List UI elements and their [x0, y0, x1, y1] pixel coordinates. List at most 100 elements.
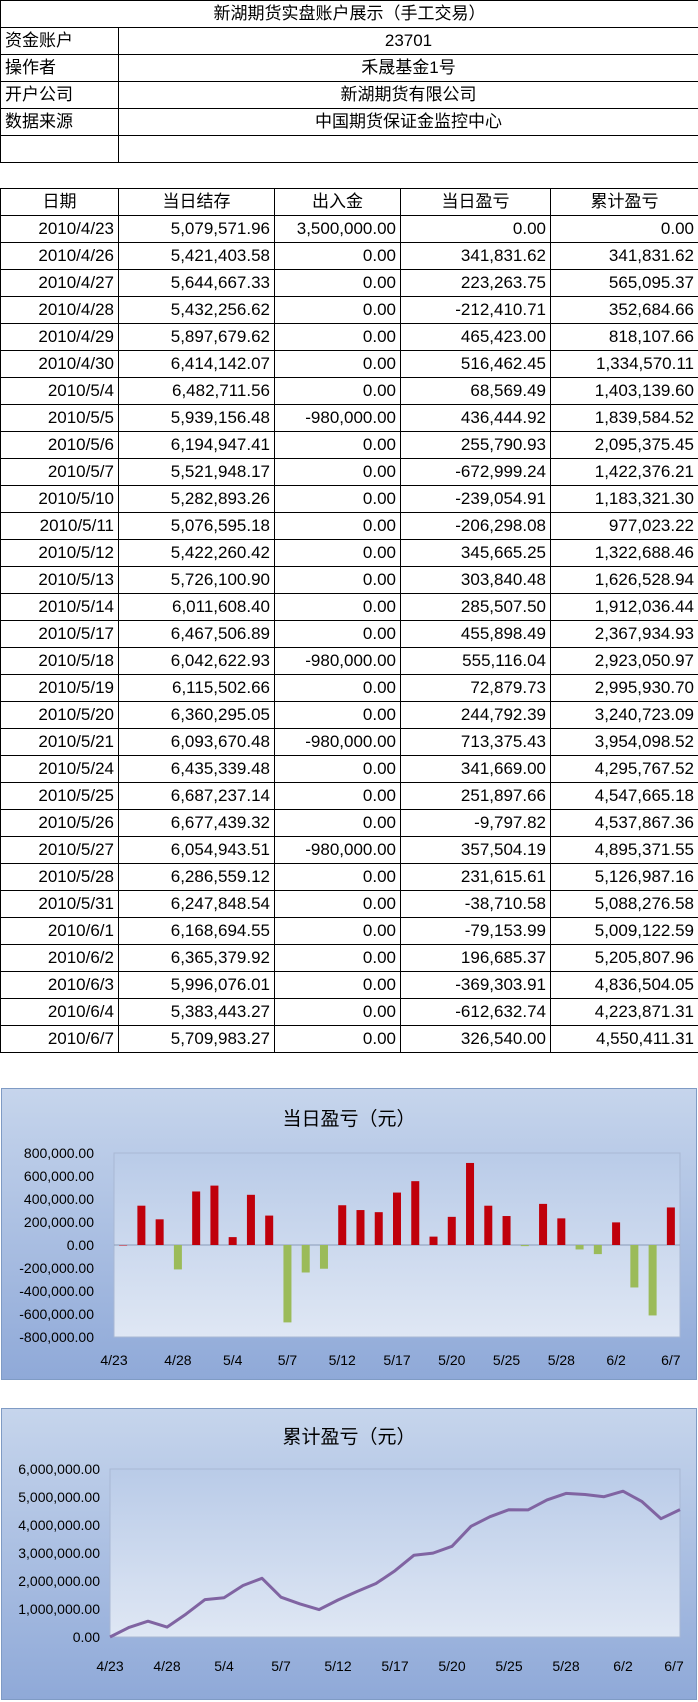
info-label-account[interactable]: 资金账户 [0, 27, 119, 55]
cell-cumulative-pnl[interactable]: 1,912,036.44 [550, 593, 698, 621]
cell-balance[interactable]: 6,115,502.66 [118, 674, 275, 702]
cell-balance[interactable]: 5,079,571.96 [118, 215, 275, 243]
cell-deposit[interactable]: 0.00 [274, 593, 401, 621]
cell-deposit[interactable]: 0.00 [274, 863, 401, 891]
cell-daily-pnl[interactable]: -672,999.24 [400, 458, 551, 486]
cell-daily-pnl[interactable]: 231,615.61 [400, 863, 551, 891]
cell-deposit[interactable]: 0.00 [274, 350, 401, 378]
cell-deposit[interactable]: 0.00 [274, 890, 401, 918]
cell-cumulative-pnl[interactable]: 1,839,584.52 [550, 404, 698, 432]
cell-deposit[interactable]: 0.00 [274, 755, 401, 783]
cell-date[interactable]: 2010/5/19 [0, 674, 119, 702]
cell-balance[interactable]: 6,365,379.92 [118, 944, 275, 972]
cell-deposit[interactable]: 0.00 [274, 971, 401, 999]
cell-balance[interactable]: 5,421,403.58 [118, 242, 275, 270]
cell-deposit[interactable]: 0.00 [274, 377, 401, 405]
cell-date[interactable]: 2010/6/3 [0, 971, 119, 999]
cell-balance[interactable]: 5,383,443.27 [118, 998, 275, 1026]
cell-deposit[interactable]: 0.00 [274, 809, 401, 837]
cell-date[interactable]: 2010/5/13 [0, 566, 119, 594]
info-value-company[interactable]: 新湖期货有限公司 [118, 81, 698, 109]
cell-daily-pnl[interactable]: -369,303.91 [400, 971, 551, 999]
cell-cumulative-pnl[interactable]: 4,547,665.18 [550, 782, 698, 810]
cell-deposit[interactable]: 0.00 [274, 620, 401, 648]
cell-cumulative-pnl[interactable]: 341,831.62 [550, 242, 698, 270]
cell-cumulative-pnl[interactable]: 4,895,371.55 [550, 836, 698, 864]
cell-deposit[interactable]: 0.00 [274, 944, 401, 972]
cell-daily-pnl[interactable]: 68,569.49 [400, 377, 551, 405]
cell-balance[interactable]: 6,286,559.12 [118, 863, 275, 891]
cell-daily-pnl[interactable]: 455,898.49 [400, 620, 551, 648]
cell-balance[interactable]: 6,687,237.14 [118, 782, 275, 810]
cell-daily-pnl[interactable]: 341,831.62 [400, 242, 551, 270]
info-value-operator[interactable]: 禾晟基金1号 [118, 54, 698, 82]
cell-deposit[interactable]: 0.00 [274, 674, 401, 702]
cell-deposit[interactable]: -980,000.00 [274, 728, 401, 756]
cell-cumulative-pnl[interactable]: 1,422,376.21 [550, 458, 698, 486]
cell-deposit[interactable]: 0.00 [274, 242, 401, 270]
info-label-source[interactable]: 数据来源 [0, 108, 119, 136]
header-cumulative-pnl[interactable]: 累计盈亏 [550, 188, 698, 216]
cell-daily-pnl[interactable]: -612,632.74 [400, 998, 551, 1026]
cell-balance[interactable]: 6,360,295.05 [118, 701, 275, 729]
cell-deposit[interactable]: -980,000.00 [274, 647, 401, 675]
info-label-company[interactable]: 开户公司 [0, 81, 119, 109]
cell-cumulative-pnl[interactable]: 3,240,723.09 [550, 701, 698, 729]
cell-date[interactable]: 2010/4/28 [0, 296, 119, 324]
empty-cell[interactable] [118, 135, 698, 163]
info-label-operator[interactable]: 操作者 [0, 54, 119, 82]
cell-cumulative-pnl[interactable]: 1,322,688.46 [550, 539, 698, 567]
cell-cumulative-pnl[interactable]: 977,023.22 [550, 512, 698, 540]
cell-date[interactable]: 2010/5/27 [0, 836, 119, 864]
cell-daily-pnl[interactable]: 326,540.00 [400, 1025, 551, 1053]
cell-daily-pnl[interactable]: -38,710.58 [400, 890, 551, 918]
cell-deposit[interactable]: 0.00 [274, 566, 401, 594]
cell-cumulative-pnl[interactable]: 352,684.66 [550, 296, 698, 324]
cell-balance[interactable]: 5,076,595.18 [118, 512, 275, 540]
cell-daily-pnl[interactable]: 341,669.00 [400, 755, 551, 783]
cell-date[interactable]: 2010/4/26 [0, 242, 119, 270]
cell-date[interactable]: 2010/5/18 [0, 647, 119, 675]
cell-balance[interactable]: 6,677,439.32 [118, 809, 275, 837]
cell-daily-pnl[interactable]: -9,797.82 [400, 809, 551, 837]
cell-cumulative-pnl[interactable]: 5,126,987.16 [550, 863, 698, 891]
cell-balance[interactable]: 6,168,694.55 [118, 917, 275, 945]
cell-date[interactable]: 2010/5/24 [0, 755, 119, 783]
header-deposit-withdrawal[interactable]: 出入金 [274, 188, 401, 216]
cell-daily-pnl[interactable]: 255,790.93 [400, 431, 551, 459]
cell-deposit[interactable]: 0.00 [274, 458, 401, 486]
cell-balance[interactable]: 5,726,100.90 [118, 566, 275, 594]
cell-daily-pnl[interactable]: 357,504.19 [400, 836, 551, 864]
cell-deposit[interactable]: 0.00 [274, 701, 401, 729]
cell-daily-pnl[interactable]: 465,423.00 [400, 323, 551, 351]
cell-cumulative-pnl[interactable]: 5,088,276.58 [550, 890, 698, 918]
cell-date[interactable]: 2010/5/7 [0, 458, 119, 486]
cell-date[interactable]: 2010/5/4 [0, 377, 119, 405]
cell-cumulative-pnl[interactable]: 0.00 [550, 215, 698, 243]
cell-balance[interactable]: 6,467,506.89 [118, 620, 275, 648]
cell-date[interactable]: 2010/5/11 [0, 512, 119, 540]
cell-daily-pnl[interactable]: 72,879.73 [400, 674, 551, 702]
cell-cumulative-pnl[interactable]: 5,009,122.59 [550, 917, 698, 945]
cell-cumulative-pnl[interactable]: 5,205,807.96 [550, 944, 698, 972]
cell-cumulative-pnl[interactable]: 1,626,528.94 [550, 566, 698, 594]
cell-date[interactable]: 2010/5/17 [0, 620, 119, 648]
cell-daily-pnl[interactable]: 436,444.92 [400, 404, 551, 432]
cumulative-pnl-chart[interactable]: 累计盈亏（元） 6,000,000.00 5,000,000.00 4,000,000… [1, 1408, 697, 1700]
cell-cumulative-pnl[interactable]: 1,334,570.11 [550, 350, 698, 378]
cell-daily-pnl[interactable]: -79,153.99 [400, 917, 551, 945]
cell-balance[interactable]: 6,042,622.93 [118, 647, 275, 675]
cell-cumulative-pnl[interactable]: 4,223,871.31 [550, 998, 698, 1026]
cell-cumulative-pnl[interactable]: 4,537,867.36 [550, 809, 698, 837]
cell-daily-pnl[interactable]: 303,840.48 [400, 566, 551, 594]
cell-date[interactable]: 2010/5/20 [0, 701, 119, 729]
cell-daily-pnl[interactable]: -206,298.08 [400, 512, 551, 540]
cell-date[interactable]: 2010/4/29 [0, 323, 119, 351]
cell-date[interactable]: 2010/6/2 [0, 944, 119, 972]
cell-cumulative-pnl[interactable]: 2,095,375.45 [550, 431, 698, 459]
cell-daily-pnl[interactable]: 713,375.43 [400, 728, 551, 756]
cell-balance[interactable]: 6,011,608.40 [118, 593, 275, 621]
cell-date[interactable]: 2010/6/4 [0, 998, 119, 1026]
cell-deposit[interactable]: 0.00 [274, 782, 401, 810]
cell-date[interactable]: 2010/5/28 [0, 863, 119, 891]
